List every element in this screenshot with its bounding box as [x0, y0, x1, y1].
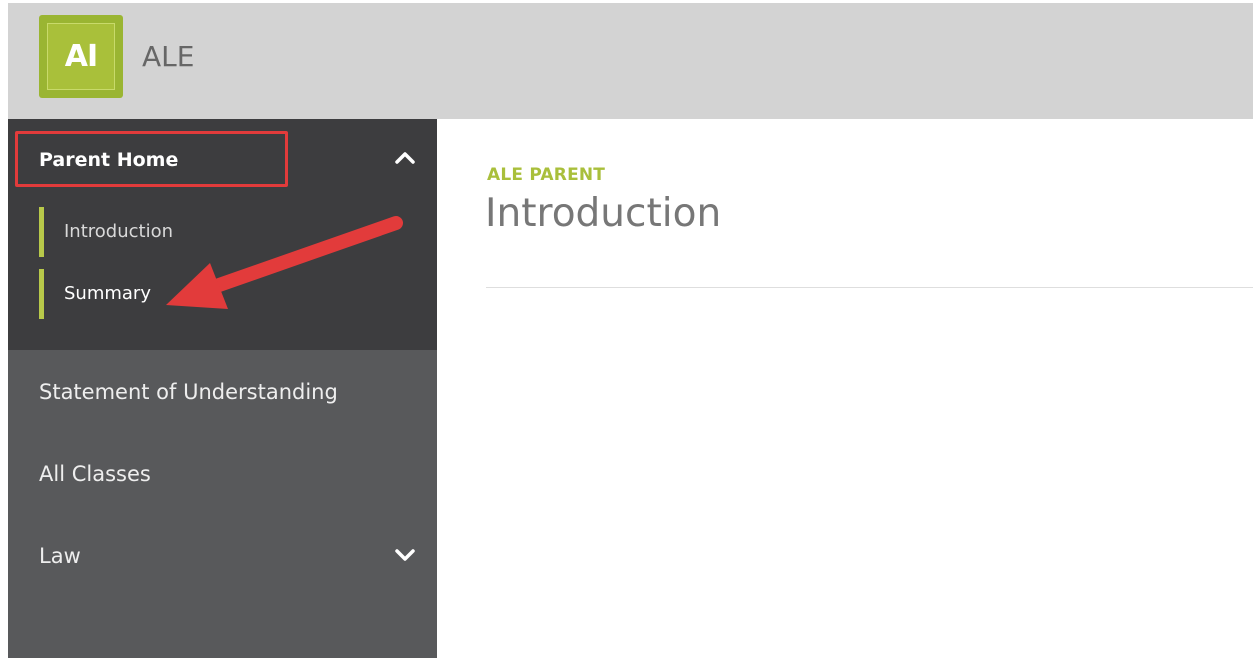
active-indicator — [39, 269, 44, 319]
section-kicker: ALE PARENT — [487, 165, 606, 185]
top-header: AI ALE — [8, 3, 1253, 119]
sidebar-item-label: Law — [39, 544, 81, 568]
title-divider — [486, 287, 1253, 288]
sidebar-item-label: All Classes — [39, 462, 151, 486]
sidebar-item-label: Statement of Understanding — [39, 380, 338, 404]
sidebar-subitem-summary[interactable]: Summary — [39, 269, 419, 319]
sidebar-item-law[interactable]: Law — [8, 526, 437, 586]
app-logo[interactable]: AI — [39, 15, 123, 98]
sidebar: Parent Home Introduction Summary Stateme… — [8, 119, 437, 658]
sidebar-subitem-label: Introduction — [64, 221, 174, 242]
sidebar-item-statement-of-understanding[interactable]: Statement of Understanding — [8, 362, 437, 422]
sidebar-subitem-introduction[interactable]: Introduction — [39, 207, 419, 257]
logo-badge: AI — [47, 23, 115, 90]
chevron-down-icon[interactable] — [394, 544, 416, 566]
sidebar-section-parent-home: Parent Home Introduction Summary — [8, 119, 437, 350]
sidebar-subitem-label: Summary — [64, 283, 151, 304]
app-title: ALE — [142, 40, 195, 73]
page-title: Introduction — [485, 191, 722, 236]
sidebar-item-all-classes[interactable]: All Classes — [8, 444, 437, 504]
active-indicator — [39, 207, 44, 257]
logo-text: AI — [64, 39, 98, 74]
main-content: ALE PARENT Introduction — [437, 119, 1253, 658]
sidebar-item-label: Parent Home — [39, 149, 179, 171]
page: AI ALE Parent Home Introduction Summary — [0, 0, 1253, 658]
sidebar-item-parent-home[interactable]: Parent Home — [8, 119, 437, 195]
chevron-up-icon[interactable] — [394, 147, 416, 169]
